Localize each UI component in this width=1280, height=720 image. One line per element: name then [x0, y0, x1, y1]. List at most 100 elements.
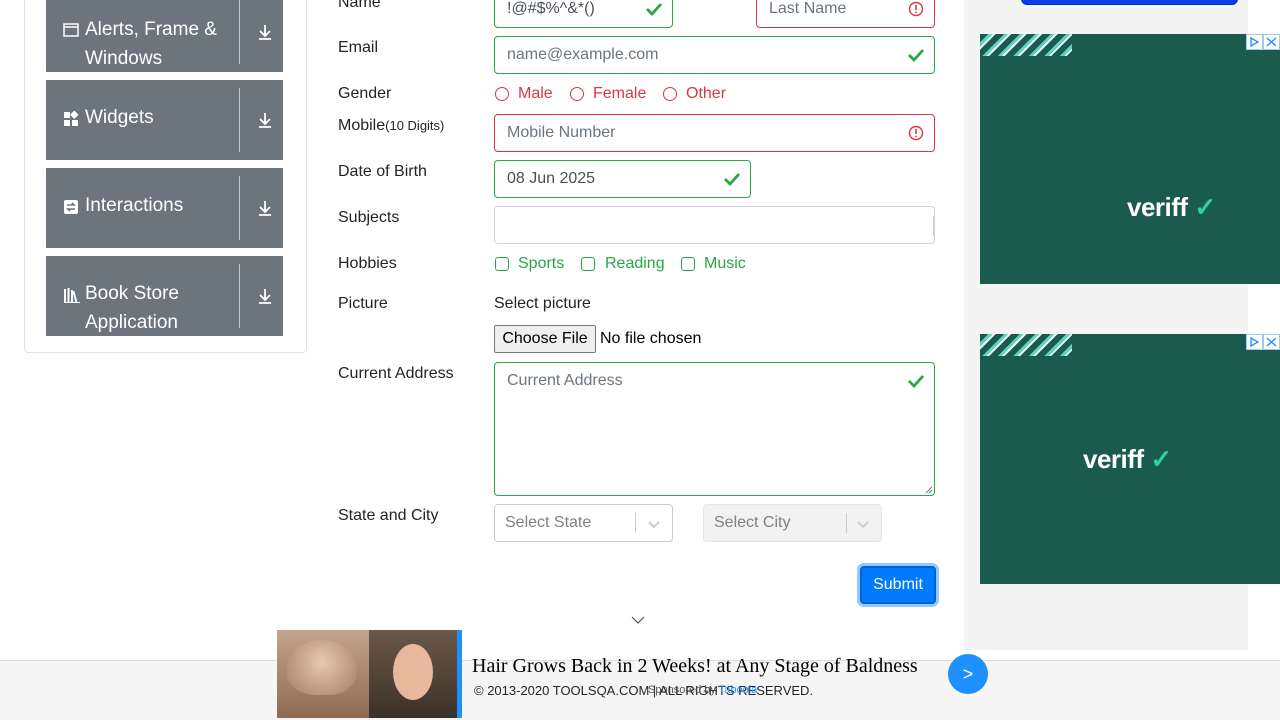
interactions-icon — [64, 200, 78, 214]
veriff-mark-icon: ✓ — [1194, 192, 1216, 222]
download-icon[interactable] — [256, 199, 274, 217]
download-icon[interactable] — [256, 287, 274, 305]
gender-label: Gender — [338, 85, 392, 102]
sidebar-group-interactions[interactable]: Interactions — [46, 168, 283, 248]
sponsored-by: Sponsored by Taboola — [648, 684, 757, 696]
book-icon — [64, 288, 80, 303]
picture-label: Picture — [338, 295, 388, 312]
banner-next-button[interactable]: > — [948, 654, 988, 694]
gender-male-radio[interactable] — [495, 87, 509, 101]
dob-label: Date of Birth — [338, 163, 427, 180]
state-select[interactable]: Select State — [494, 504, 673, 542]
gender-female-label[interactable]: Female — [593, 85, 646, 103]
subjects-label: Subjects — [338, 209, 400, 226]
mobile-placeholder: Mobile Number — [507, 124, 616, 141]
sidebar-group-label: Windows — [85, 48, 163, 69]
sponsored-brand[interactable]: Taboola — [719, 684, 758, 696]
first-name-input[interactable]: !@#$%^&*() — [494, 0, 673, 28]
divider — [239, 264, 240, 328]
email-label: Email — [338, 39, 379, 56]
hobby-music-label[interactable]: Music — [704, 255, 746, 273]
select-divider — [846, 513, 847, 533]
chevron-down-icon[interactable] — [630, 615, 646, 625]
gender-male-label[interactable]: Male — [518, 85, 553, 103]
ad-brand-logo: veriff ✓ — [1083, 444, 1172, 475]
invalid-alert-icon — [908, 1, 924, 17]
submit-button[interactable]: Submit — [860, 566, 936, 604]
divider — [239, 88, 240, 152]
sidebar-group-label: Application — [85, 312, 178, 333]
sidebar-group-alerts[interactable]: Alerts, Frame & Windows — [46, 0, 283, 72]
ad-stripes — [980, 334, 1072, 356]
banner-photo-after — [369, 630, 457, 718]
valid-check-icon — [908, 49, 925, 63]
state-placeholder: Select State — [505, 514, 592, 531]
dob-input[interactable]: 08 Jun 2025 — [494, 160, 751, 198]
ad-close-icon[interactable] — [1263, 334, 1280, 350]
footer-copyright: © 2013-2020 TOOLSQA.COM | ALL RIGHTS RES… — [474, 683, 814, 698]
gender-female-radio[interactable] — [570, 87, 584, 101]
hobby-sports-checkbox[interactable] — [495, 257, 509, 271]
chevron-down-icon[interactable] — [646, 516, 662, 532]
sidebar-group-label: Widgets — [85, 107, 154, 128]
last-name-placeholder: Last Name — [769, 0, 847, 17]
divider — [239, 176, 240, 240]
email-input[interactable]: name@example.com — [494, 36, 935, 74]
sidebar-group-widgets[interactable]: Widgets — [46, 80, 283, 160]
mobile-hint: (10 Digits) — [385, 118, 445, 133]
select-picture-text: Select picture — [494, 295, 591, 312]
divider — [239, 0, 240, 64]
ad-brand-text: veriff — [1083, 444, 1144, 474]
ad-choices-icon[interactable] — [1246, 334, 1263, 350]
banner-photo-before — [277, 630, 369, 718]
subjects-divider — [933, 216, 934, 236]
valid-check-icon — [646, 3, 663, 17]
mobile-input[interactable]: Mobile Number — [494, 114, 935, 152]
state-city-label: State and City — [338, 507, 439, 524]
ad-close-icon[interactable] — [1263, 34, 1280, 50]
address-textarea[interactable]: Current Address — [494, 362, 935, 496]
resize-handle-icon[interactable] — [925, 486, 933, 494]
mobile-label: Mobile(10 Digits) — [338, 117, 444, 135]
last-name-input[interactable]: Last Name — [756, 0, 935, 28]
banner-title[interactable]: Hair Grows Back in 2 Weeks! at Any Stage… — [472, 655, 918, 678]
no-file-text: No file chosen — [600, 330, 702, 347]
hobby-music-checkbox[interactable] — [681, 257, 695, 271]
name-label: Name — [338, 0, 381, 11]
sidebar-group-book-store[interactable]: Book Store Application — [46, 256, 283, 336]
banner-accent-bar — [457, 630, 462, 718]
hobby-reading-label[interactable]: Reading — [605, 255, 665, 273]
sidebar-group-label: Book Store — [85, 283, 179, 304]
mobile-label-text: Mobile — [338, 117, 386, 134]
ad-brand-text: veriff — [1127, 192, 1188, 222]
subjects-input[interactable] — [494, 206, 935, 244]
gender-other-radio[interactable] — [663, 87, 677, 101]
ad-stripes — [980, 34, 1072, 56]
ad-top-button[interactable] — [1021, 0, 1238, 5]
window-icon — [63, 23, 79, 37]
banner-image[interactable] — [277, 630, 462, 718]
first-name-value: !@#$%^&*() — [507, 0, 595, 17]
email-placeholder: name@example.com — [507, 46, 659, 63]
address-placeholder: Current Address — [507, 372, 623, 389]
hobby-sports-label[interactable]: Sports — [518, 255, 564, 273]
veriff-mark-icon: ✓ — [1150, 444, 1172, 474]
chevron-down-icon[interactable] — [855, 516, 871, 532]
download-icon[interactable] — [256, 23, 274, 41]
address-label: Current Address — [338, 365, 454, 382]
download-icon[interactable] — [256, 111, 274, 129]
ad-brand-logo: veriff ✓ — [1127, 192, 1216, 223]
ad-banner[interactable]: veriff ✓ — [980, 334, 1280, 584]
ad-banner[interactable]: veriff ✓ — [980, 34, 1280, 284]
city-select[interactable]: Select City — [703, 504, 882, 542]
hobbies-label: Hobbies — [338, 255, 397, 272]
valid-check-icon — [724, 173, 741, 187]
sidebar-group-label: Alerts, Frame & — [85, 19, 217, 40]
hobby-reading-checkbox[interactable] — [581, 257, 595, 271]
invalid-alert-icon — [908, 125, 924, 141]
ad-choices-icon[interactable] — [1246, 34, 1263, 50]
sidebar-group-label: Interactions — [85, 195, 184, 216]
choose-file-button[interactable]: Choose File — [494, 325, 596, 353]
city-placeholder: Select City — [714, 514, 791, 531]
gender-other-label[interactable]: Other — [686, 85, 726, 103]
